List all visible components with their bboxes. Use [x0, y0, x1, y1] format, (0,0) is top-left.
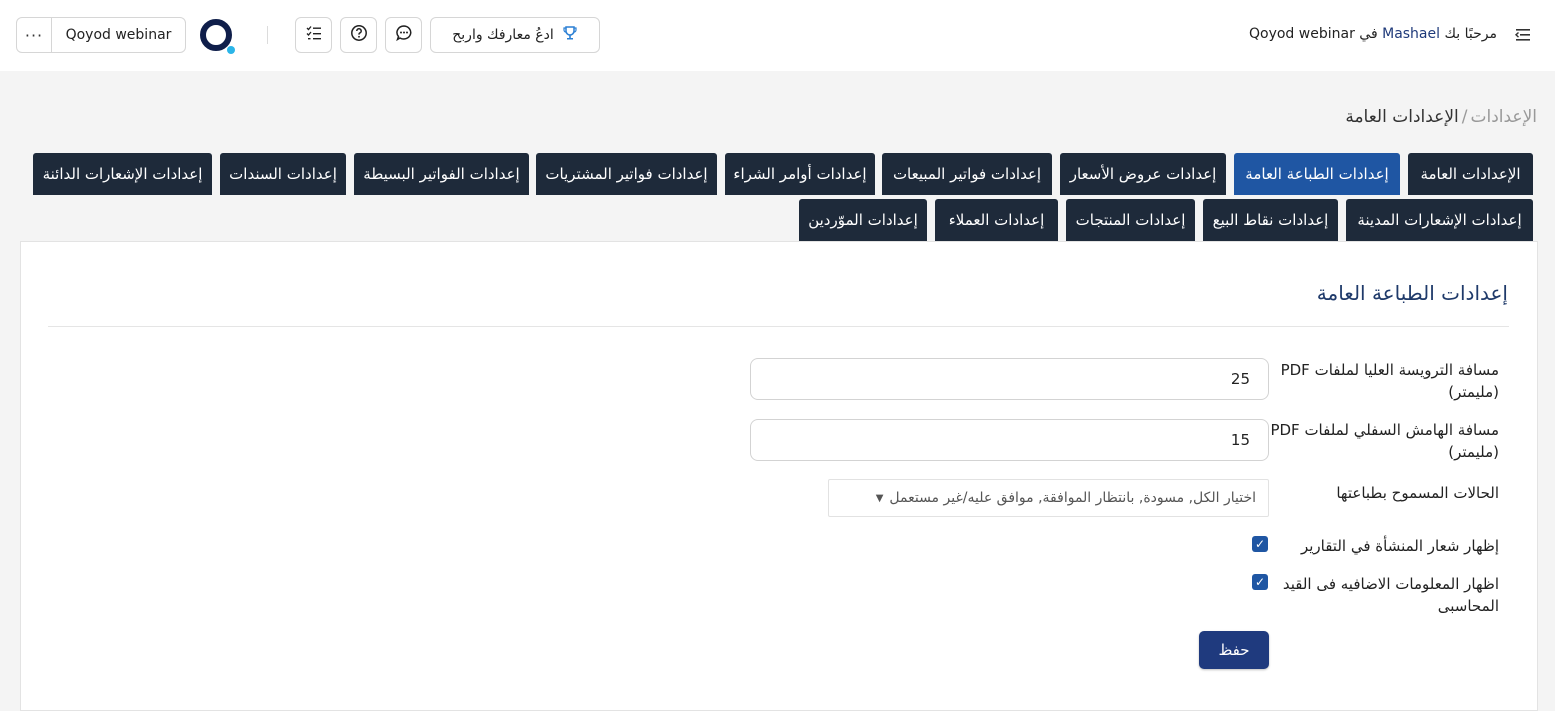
top-header-label: مسافة الترويسة العليا لملفات PDF (مليمتر…: [1280, 361, 1499, 401]
welcome-message: مرحبًا بك Mashael في Qoyod webinar: [1249, 26, 1497, 42]
bottom-margin-input[interactable]: [750, 419, 1269, 461]
header-divider: [267, 26, 268, 44]
save-button[interactable]: حفظ: [1199, 631, 1269, 669]
help-icon: [350, 24, 368, 46]
tab-simple-invoices-settings[interactable]: إعدادات الفواتير البسيطة: [354, 153, 529, 195]
chevron-down-icon: ▼: [875, 492, 884, 504]
tab-quotes-settings[interactable]: إعدادات عروض الأسعار: [1060, 153, 1226, 195]
chat-button[interactable]: [385, 17, 422, 53]
invite-earn-label: ادعُ معارفك واربح: [452, 27, 554, 43]
bottom-margin-label: مسافة الهامش السفلي لملفات PDF (مليمتر): [1270, 421, 1499, 461]
tab-pos-settings[interactable]: إعدادات نقاط البيع: [1203, 199, 1338, 241]
chat-icon: [395, 24, 413, 46]
check-icon: ✓: [1254, 537, 1266, 551]
breadcrumb-current: الإعدادات العامة: [1345, 107, 1459, 127]
company-name-text: Qoyod webinar: [1249, 26, 1355, 42]
show-logo-checkbox[interactable]: ✓: [1252, 536, 1268, 552]
show-logo-label: إظهار شعار المنشأة في التقارير: [1300, 537, 1499, 555]
menu-toggle-icon[interactable]: [1514, 25, 1534, 45]
breadcrumb-root[interactable]: الإعدادات: [1470, 107, 1537, 127]
invite-earn-button[interactable]: ادعُ معارفك واربح: [430, 17, 600, 53]
allowed-statuses-select[interactable]: اختيار الكل, مسودة, بانتظار الموافقة, مو…: [828, 479, 1269, 517]
username: Mashael: [1382, 26, 1441, 42]
tab-credit-notes-settings[interactable]: إعدادات الإشعارات الدائنة: [33, 153, 212, 195]
tab-products-settings[interactable]: إعدادات المنتجات: [1066, 199, 1195, 241]
qoyod-logo[interactable]: [199, 19, 237, 57]
allowed-statuses-label: الحالات المسموح بطباعتها: [1336, 484, 1499, 502]
top-header-input[interactable]: [750, 358, 1269, 400]
tab-sales-invoices-settings[interactable]: إعدادات فواتير المبيعات: [882, 153, 1052, 195]
breadcrumb: الإعدادات/الإعدادات العامة: [1345, 107, 1537, 127]
print-settings-panel: إعدادات الطباعة العامة مسافة الترويسة ال…: [20, 241, 1538, 711]
tab-purchase-invoices-settings[interactable]: إعدادات فواتير المشتريات: [536, 153, 717, 195]
company-switcher: ··· Qoyod webinar: [16, 17, 186, 53]
show-extra-info-checkbox[interactable]: ✓: [1252, 574, 1268, 590]
more-icon[interactable]: ···: [17, 18, 52, 52]
tab-general-settings[interactable]: الإعدادات العامة: [1408, 153, 1533, 195]
breadcrumb-separator: /: [1461, 107, 1468, 127]
tab-general-print-settings[interactable]: إعدادات الطباعة العامة: [1234, 153, 1400, 195]
tasks-button[interactable]: [295, 17, 332, 53]
tab-vouchers-settings[interactable]: إعدادات السندات: [220, 153, 346, 195]
tab-customers-settings[interactable]: إعدادات العملاء: [935, 199, 1058, 241]
tasks-icon: [305, 24, 323, 46]
trophy-icon: [562, 25, 578, 45]
tab-purchase-orders-settings[interactable]: إعدادات أوامر الشراء: [725, 153, 875, 195]
tab-suppliers-settings[interactable]: إعدادات الموّردين: [799, 199, 927, 241]
title-divider: [48, 326, 1509, 327]
welcome-prefix: مرحبًا بك: [1444, 26, 1497, 42]
panel-title: إعدادات الطباعة العامة: [1316, 281, 1508, 305]
check-icon: ✓: [1254, 575, 1266, 589]
welcome-in: في: [1359, 26, 1378, 42]
company-switcher-button[interactable]: Qoyod webinar: [52, 18, 185, 52]
tab-debit-notes-settings[interactable]: إعدادات الإشعارات المدينة: [1346, 199, 1533, 241]
help-button[interactable]: [340, 17, 377, 53]
show-extra-info-label: اظهار المعلومات الاضافيه فى القيد المحاس…: [1282, 575, 1499, 615]
top-header: مرحبًا بك Mashael في Qoyod webinar ادعُ …: [0, 0, 1555, 71]
allowed-statuses-value: اختيار الكل, مسودة, بانتظار الموافقة, مو…: [889, 490, 1256, 506]
